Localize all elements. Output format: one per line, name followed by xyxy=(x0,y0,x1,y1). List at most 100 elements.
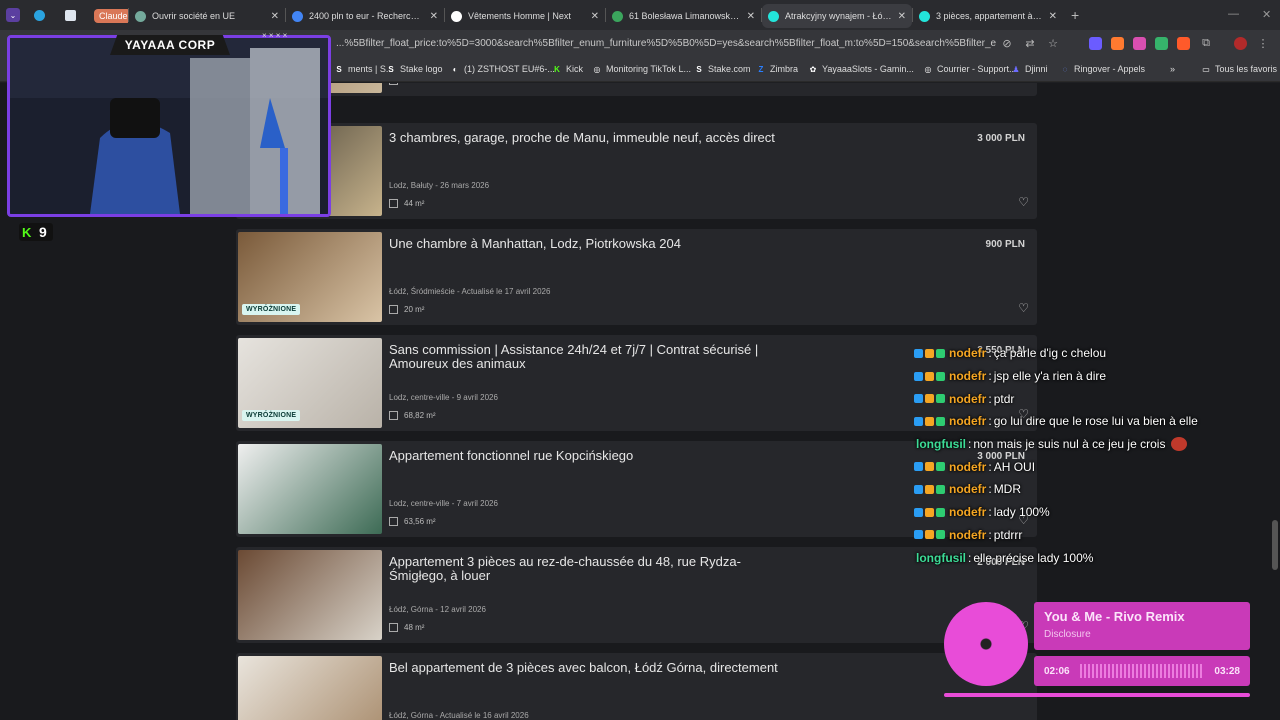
area-icon xyxy=(389,623,398,632)
tab-label: Claude xyxy=(94,9,128,23)
bookmark-item[interactable]: ◎ Courrier - Support... xyxy=(923,64,1017,74)
chat-badge-icon xyxy=(925,348,934,358)
minimize-icon[interactable]: — xyxy=(1228,8,1239,20)
close-tab-icon[interactable]: ✕ xyxy=(1049,11,1057,22)
tab-label: 61 Bolesława Limanowskiego xyxy=(629,11,741,21)
area-icon xyxy=(389,411,398,420)
bookmarks-overflow-icon[interactable]: » xyxy=(1170,64,1175,74)
listing-card[interactable]: Bel appartement de 3 pièces avec balcon,… xyxy=(236,653,1037,720)
listing-title[interactable]: Appartement 3 pièces au rez-de-chaussée … xyxy=(389,555,789,583)
listing-thumbnail[interactable] xyxy=(238,444,382,534)
chat-message: nodefr: ptdrrr xyxy=(914,524,1254,547)
listing-card[interactable]: 55 m² ♡ xyxy=(236,83,1037,96)
tab-menu-icon[interactable]: ⌄ xyxy=(6,8,20,22)
chat-badge-icon xyxy=(925,416,934,426)
viewer-count: 9 xyxy=(39,224,47,240)
close-tab-icon[interactable]: ✕ xyxy=(747,11,755,22)
favorite-heart-icon[interactable]: ♡ xyxy=(1018,83,1029,86)
chat-badge-icon xyxy=(936,348,945,358)
bookmark-icon: ◐ xyxy=(452,64,458,74)
chat-badge-icon xyxy=(914,416,923,426)
listing-title[interactable]: Sans commission | Assistance 24h/24 et 7… xyxy=(389,343,789,371)
browser-tab[interactable]: 3 pièces, appartement à louer ✕ xyxy=(913,4,1063,28)
extension-icon[interactable] xyxy=(1177,36,1190,50)
kick-viewers: K 9 xyxy=(19,223,53,241)
browser-tab[interactable]: 2400 pln to eur - Recherche Google ✕ xyxy=(286,4,444,28)
close-tab-icon[interactable]: ✕ xyxy=(271,11,279,22)
bookmark-label: Zimbra xyxy=(770,64,799,74)
extension-icon[interactable] xyxy=(1111,36,1124,50)
featured-badge: WYRÓŻNIONE xyxy=(242,410,301,421)
listing-title[interactable]: Bel appartement de 3 pièces avec balcon,… xyxy=(389,661,789,675)
chat-badge-icon xyxy=(914,348,923,358)
tab-favicon-icon xyxy=(451,10,462,22)
bookmark-icon: ♟ xyxy=(1012,64,1020,74)
browser-tab[interactable]: Ouvrir société en UE ✕ xyxy=(129,4,285,28)
eye-off-icon[interactable]: ⊘ xyxy=(1000,36,1014,50)
bookmark-item[interactable]: K Kick xyxy=(552,64,583,74)
browser-tab[interactable]: Vêtements Homme | Next ✕ xyxy=(445,4,605,28)
chat-username: nodefr xyxy=(949,414,987,429)
telegram-icon[interactable] xyxy=(34,9,45,21)
chat-badge-icon xyxy=(936,394,945,404)
listing-title[interactable]: Appartement fonctionnel rue Kopcińskiego xyxy=(389,449,789,463)
bookmark-item[interactable]: ◐ (1) ZSTHOST EU#6-... xyxy=(450,64,555,74)
chat-badge-icon xyxy=(925,394,934,404)
menu-dots-icon[interactable]: ⋮ xyxy=(1256,36,1270,50)
chat-message: nodefr: MDR xyxy=(914,478,1254,501)
bookmark-item[interactable]: S Stake logo xyxy=(386,64,443,74)
avatar[interactable] xyxy=(1234,36,1247,50)
bookmark-icon: ◌ xyxy=(1062,64,1068,74)
chat-badge-icon xyxy=(936,507,945,517)
listing-title[interactable]: Une chambre à Manhattan, Lodz, Piotrkows… xyxy=(389,237,789,251)
bookmark-item[interactable]: ◎ Monitoring TikTok L... xyxy=(592,64,692,74)
favorite-heart-icon[interactable]: ♡ xyxy=(1018,195,1029,209)
star-icon[interactable]: ☆ xyxy=(1046,36,1060,50)
bookmark-icon: ◎ xyxy=(924,64,932,74)
browser-tab[interactable]: Claude xyxy=(88,4,128,28)
puzzle-icon[interactable]: ⧉ xyxy=(1199,36,1213,50)
bookmark-item[interactable]: ♟ Djinni xyxy=(1011,64,1047,74)
listing-title[interactable]: 3 chambres, garage, proche de Manu, imme… xyxy=(389,131,789,145)
area-icon xyxy=(389,83,398,85)
favorite-heart-icon[interactable]: ♡ xyxy=(1018,301,1029,315)
listing-card[interactable]: 3 chambres, garage, proche de Manu, imme… xyxy=(236,123,1037,219)
bookmark-item[interactable]: ▭ Tous les favoris xyxy=(1201,64,1277,74)
chat-badge-icon xyxy=(925,484,934,494)
bookmark-item[interactable]: ◌ Ringover - Appels xyxy=(1060,64,1145,74)
music-progress-bar: 02:06 03:28 xyxy=(1034,656,1250,686)
listing-thumbnail[interactable] xyxy=(238,656,382,720)
listing-card[interactable]: WYRÓŻNIONE Une chambre à Manhattan, Lodz,… xyxy=(236,229,1037,325)
chat-badge-icon xyxy=(925,530,934,540)
browser-tab[interactable]: 61 Bolesława Limanowskiego ✕ xyxy=(606,4,761,28)
close-tab-icon[interactable]: ✕ xyxy=(430,11,438,22)
extension-icon[interactable] xyxy=(1089,36,1102,50)
bookmark-item[interactable]: Z Zimbra xyxy=(756,64,798,74)
scrollbar[interactable] xyxy=(1272,520,1278,570)
bookmark-item[interactable]: ✿ YayaaaSlots - Gamin... xyxy=(808,64,914,74)
music-widget: You & Me - Rivo Remix Disclosure xyxy=(1034,602,1250,650)
bookmark-label: (1) ZSTHOST EU#6-... xyxy=(464,64,555,74)
chat-message: nodefr: ptdr xyxy=(914,387,1254,410)
new-tab-button[interactable]: + xyxy=(1071,7,1079,23)
close-window-icon[interactable]: ✕ xyxy=(1262,8,1271,21)
translate-icon[interactable]: ⇄ xyxy=(1023,36,1037,50)
listing-thumbnail[interactable]: WYRÓŻNIONE xyxy=(238,232,382,322)
url-field[interactable]: ...%5Bfilter_float_price:to%5D=3000&sear… xyxy=(336,34,996,54)
bookmark-item[interactable]: S Stake.com xyxy=(694,64,750,74)
extension-icon[interactable] xyxy=(1133,36,1146,50)
bookmark-label: Stake logo xyxy=(400,64,443,74)
listing-area: 48 m² xyxy=(389,623,424,632)
tab-favicon-icon xyxy=(612,10,623,22)
listing-thumbnail[interactable] xyxy=(238,550,382,640)
close-tab-icon[interactable]: ✕ xyxy=(898,11,906,22)
app-icon[interactable] xyxy=(65,9,76,21)
browser-tab[interactable]: Atrakcyjny wynajem - Łódź - sp ✕ xyxy=(762,4,912,28)
chat-username: nodefr xyxy=(949,505,987,520)
listing-thumbnail[interactable]: WYRÓŻNIONE xyxy=(238,338,382,428)
bookmark-item[interactable]: Sments | S... xyxy=(334,64,393,74)
bookmark-icon: ◎ xyxy=(593,64,601,74)
close-tab-icon[interactable]: ✕ xyxy=(591,11,599,22)
extension-icon[interactable] xyxy=(1155,36,1168,50)
chat-message: nodefr: ça parle d'ig c chelou xyxy=(914,342,1254,365)
